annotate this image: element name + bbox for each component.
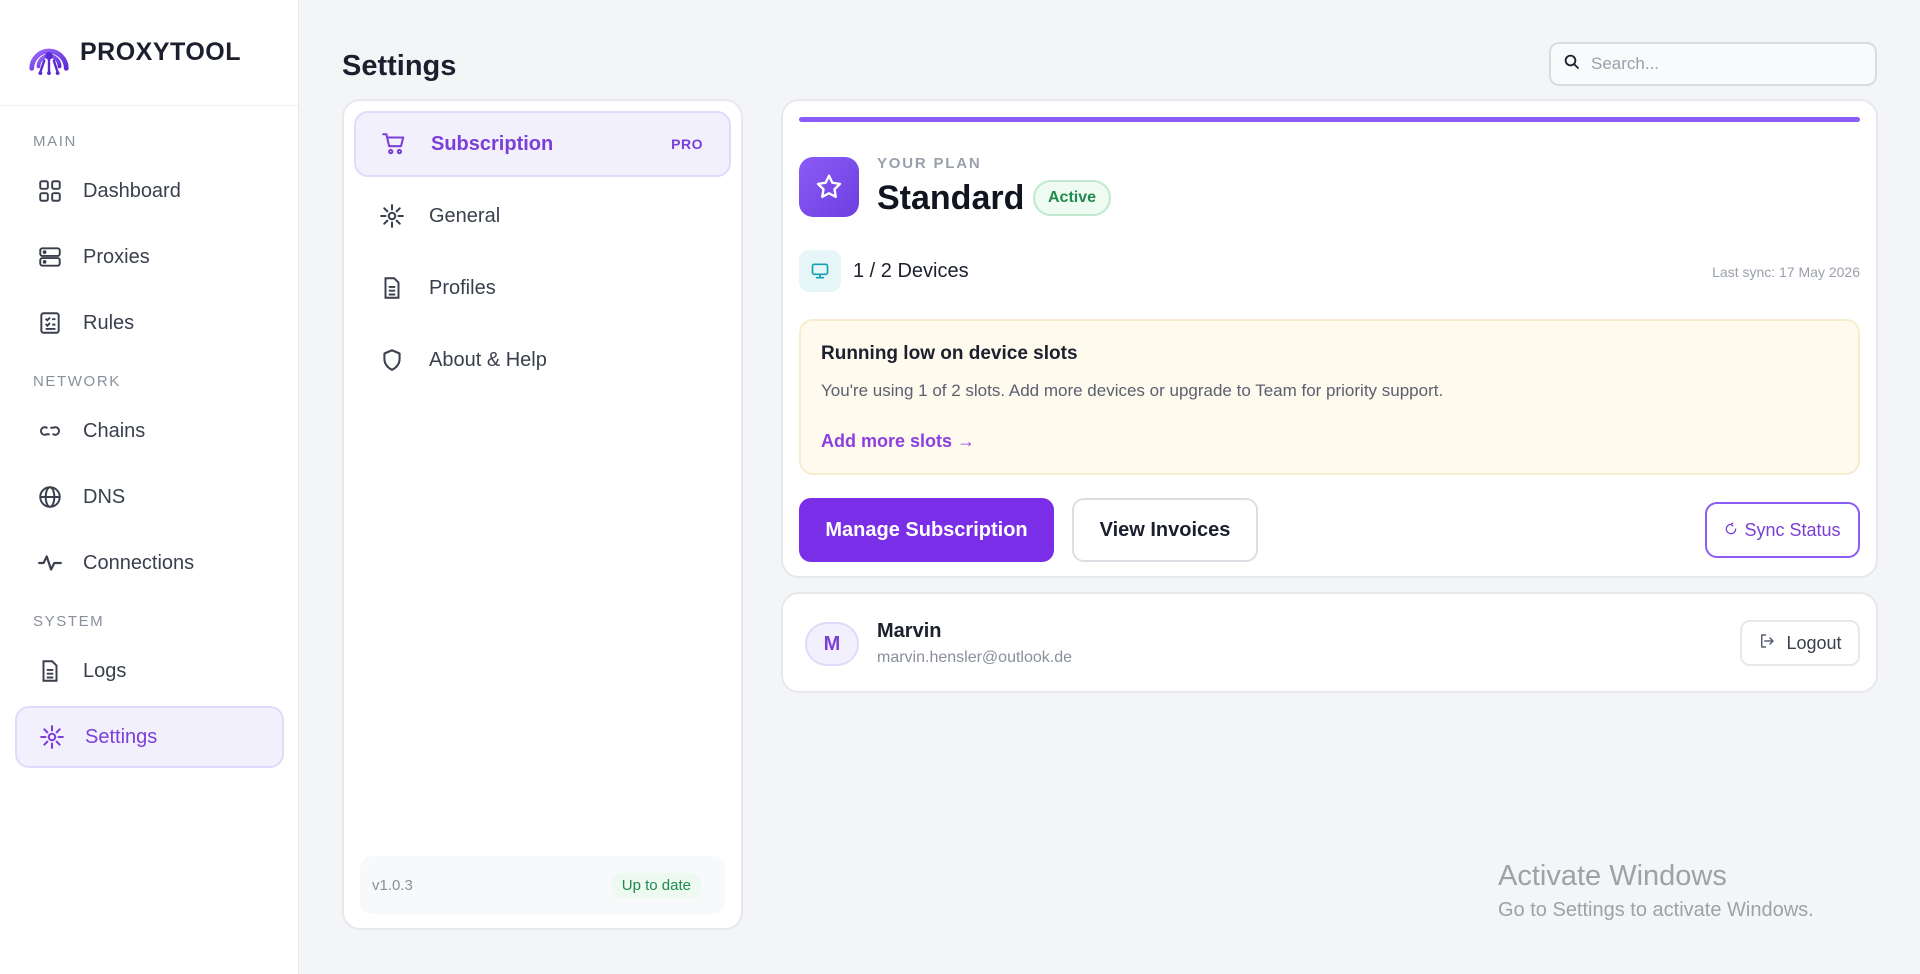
account-email: marvin.hensler@outlook.de xyxy=(877,649,1073,666)
tab-about-help[interactable]: About & Help xyxy=(354,327,731,393)
app-version: v1.0.3 xyxy=(372,876,413,894)
sidebar-item-settings[interactable]: Settings xyxy=(15,706,284,768)
globe-icon xyxy=(36,483,64,511)
watermark-subtitle: Go to Settings to activate Windows. xyxy=(1498,899,1814,921)
checklist-icon xyxy=(36,309,64,337)
brand[interactable]: PROXYTOOL xyxy=(0,0,298,106)
device-count: 1 / 2 Devices xyxy=(853,260,969,282)
sidebar-item-rules[interactable]: Rules xyxy=(15,292,284,354)
status-badge: Active xyxy=(1033,180,1112,216)
view-invoices-button[interactable]: View Invoices xyxy=(1072,498,1258,562)
account-card: M Marvin marvin.hensler@outlook.de Logou… xyxy=(781,592,1878,693)
avatar: M xyxy=(805,622,859,666)
add-more-slots-link[interactable]: Add more slots → xyxy=(821,431,975,452)
sidebar-item-label: Settings xyxy=(85,725,158,748)
sidebar-item-label: Rules xyxy=(83,311,135,334)
document-icon xyxy=(36,657,64,685)
alert-title: Running low on device slots xyxy=(821,343,1078,364)
tab-label: About & Help xyxy=(429,348,547,371)
plan-card: YOUR PLAN Standard Active 1 / 2 Devices … xyxy=(781,99,1878,578)
sidebar-item-dns[interactable]: DNS xyxy=(15,466,284,528)
nav-section-main: MAIN xyxy=(33,133,77,150)
star-icon xyxy=(799,157,859,217)
monitor-icon xyxy=(799,250,841,292)
tab-label: Subscription xyxy=(431,132,554,155)
sidebar-item-label: Dashboard xyxy=(83,179,181,202)
gear-icon xyxy=(38,723,66,751)
logout-icon xyxy=(1758,632,1776,655)
brand-name: PROXYTOOL xyxy=(80,38,242,66)
gear-icon xyxy=(378,202,406,230)
proxytool-logo-icon xyxy=(29,48,69,75)
sidebar-item-label: Logs xyxy=(83,659,127,682)
sidebar-item-label: Chains xyxy=(83,419,146,442)
tab-profiles[interactable]: Profiles xyxy=(354,255,731,321)
manage-subscription-button[interactable]: Manage Subscription xyxy=(799,498,1054,562)
tab-general[interactable]: General xyxy=(354,183,731,249)
cart-icon xyxy=(380,130,408,158)
sync-status-label: Sync Status xyxy=(1744,519,1841,540)
sidebar-item-logs[interactable]: Logs xyxy=(15,640,284,702)
link-icon xyxy=(36,417,64,445)
sidebar-item-chains[interactable]: Chains xyxy=(15,400,284,462)
sidebar-item-proxies[interactable]: Proxies xyxy=(15,226,284,288)
nav-section-network: NETWORK xyxy=(33,373,121,390)
plan-eyebrow: YOUR PLAN xyxy=(877,155,982,172)
version-bar: v1.0.3 Up to date xyxy=(360,856,725,914)
refresh-icon xyxy=(1724,520,1738,541)
device-slots-alert: Running low on device slots You're using… xyxy=(799,319,1860,475)
activity-icon xyxy=(36,549,64,577)
logout-label: Logout xyxy=(1786,632,1842,653)
sidebar-item-dashboard[interactable]: Dashboard xyxy=(15,160,284,222)
server-icon xyxy=(36,243,64,271)
page-title: Settings xyxy=(342,50,457,82)
watermark-title: Activate Windows xyxy=(1498,860,1727,892)
account-name: Marvin xyxy=(877,620,942,642)
sidebar-item-connections[interactable]: Connections xyxy=(15,532,284,594)
settings-menu: Subscription PRO General Profiles About … xyxy=(342,99,743,930)
tab-label: Profiles xyxy=(429,276,496,299)
shield-icon xyxy=(378,346,406,374)
activate-windows-watermark: Activate Windows Go to Settings to activ… xyxy=(1498,860,1814,922)
search-icon xyxy=(1563,53,1581,76)
plan-name: Standard xyxy=(877,179,1025,217)
alert-text: You're using 1 of 2 slots. Add more devi… xyxy=(821,381,1444,400)
search-input[interactable] xyxy=(1591,54,1861,74)
pro-badge: PRO xyxy=(671,136,703,152)
plan-accent-bar xyxy=(799,117,1860,122)
logout-button[interactable]: Logout xyxy=(1740,620,1860,666)
sidebar-item-label: Proxies xyxy=(83,245,150,268)
nav-section-system: SYSTEM xyxy=(33,613,105,630)
tab-label: General xyxy=(429,204,501,227)
sidebar-item-label: DNS xyxy=(83,485,126,508)
sidebar: PROXYTOOL MAIN Dashboard Proxies Rules N… xyxy=(0,0,299,974)
update-status-badge: Up to date xyxy=(611,872,701,898)
last-sync: Last sync: 17 May 2026 xyxy=(1712,264,1860,280)
search-box[interactable] xyxy=(1549,42,1877,86)
sidebar-item-label: Connections xyxy=(83,551,195,574)
tab-subscription[interactable]: Subscription PRO xyxy=(354,111,731,177)
dashboard-icon xyxy=(36,177,64,205)
document-icon xyxy=(378,274,406,302)
sync-status-button[interactable]: Sync Status xyxy=(1705,502,1860,558)
